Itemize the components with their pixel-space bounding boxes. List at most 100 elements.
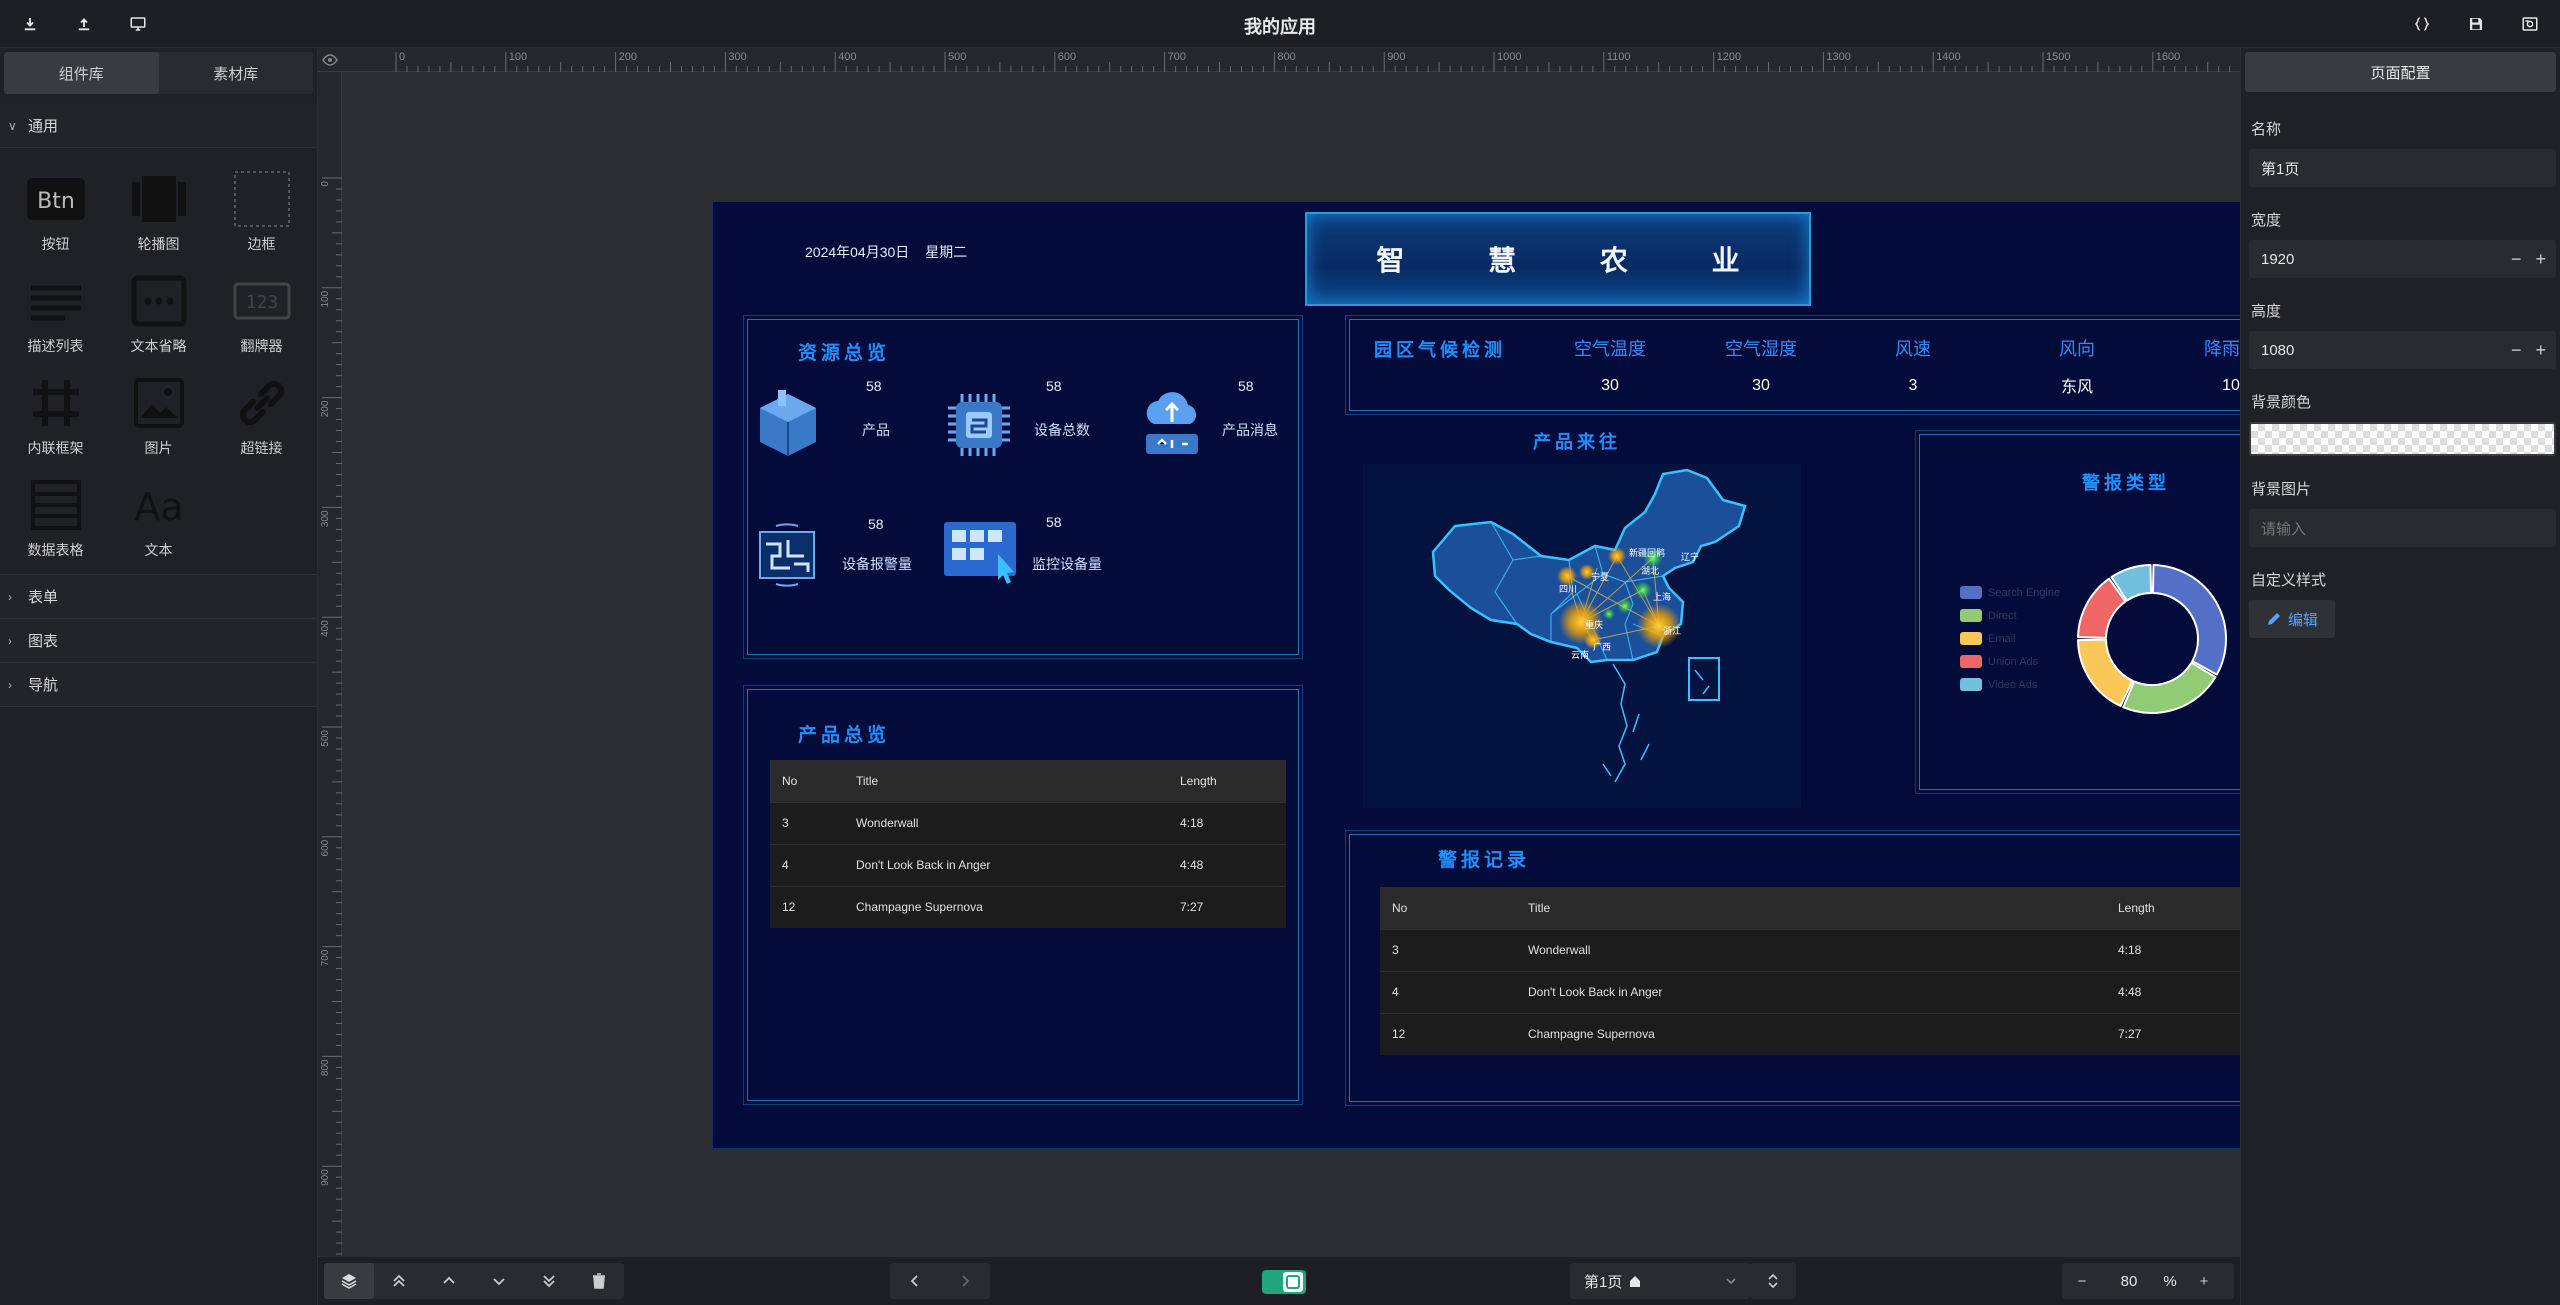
- component-label: 描述列表: [27, 338, 84, 354]
- ruler-label: 800: [1277, 51, 1295, 63]
- table-row[interactable]: 4 Don't Look Back in Anger 4:48: [1380, 970, 2328, 1013]
- edit-label: 编辑: [2287, 611, 2318, 629]
- weather-value: 30: [1752, 377, 1770, 394]
- stat-products: 58 产品: [754, 378, 924, 458]
- export-image-icon[interactable]: [2518, 12, 2542, 36]
- ruler-left[interactable]: 0 100 200 300 400 500 600 700 800 900: [318, 72, 342, 1256]
- name-input[interactable]: 第1页: [2249, 149, 2556, 187]
- ruler-label: 900: [1387, 51, 1405, 63]
- bg-color-picker[interactable]: [2249, 422, 2556, 456]
- products-panel[interactable]: 产品总览 No Title Length 3 Wonderwall 4:18 4 Do…: [743, 685, 1303, 1105]
- sort-pages-button[interactable]: [1750, 1263, 1796, 1299]
- width-input[interactable]: 1920 − +: [2249, 240, 2556, 278]
- next-page-icon[interactable]: [940, 1263, 990, 1299]
- zoom-control: − 80 % +: [2062, 1263, 2234, 1299]
- stat-label: 监控设备量: [1032, 556, 1102, 572]
- component-border[interactable]: 边框: [210, 166, 313, 254]
- stat-label: 产品: [862, 422, 890, 438]
- weather-title: 园区气候检测: [1374, 340, 1506, 360]
- table-row[interactable]: 12 Champagne Supernova 7:27: [1380, 1012, 2328, 1055]
- component-label: 数据表格: [27, 542, 84, 558]
- height-input[interactable]: 1080 − +: [2249, 331, 2556, 369]
- editor-canvas[interactable]: 0 100 200 300 400 500 600 700 800 900 1000 1100 1200…: [318, 48, 2400, 1256]
- page-config-header[interactable]: 页面配置: [2245, 52, 2556, 92]
- table-row[interactable]: 3 Wonderwall 4:18: [1380, 928, 2328, 971]
- legend-item[interactable]: Search Engine: [1960, 581, 2060, 604]
- ruler-top[interactable]: 0 100 200 300 400 500 600 700 800 900 1000 1100 1200…: [318, 48, 2240, 72]
- zoom-out-icon[interactable]: −: [2062, 1263, 2102, 1299]
- zoom-in-icon[interactable]: +: [2184, 1263, 2224, 1299]
- resources-panel[interactable]: 资源总览 58 产品 58 设备总数 58 产品消息 58 设备报警量 58 监…: [743, 315, 1303, 659]
- group-chart[interactable]: › 图表: [0, 619, 317, 663]
- group-nav[interactable]: › 导航: [0, 663, 317, 707]
- table-row[interactable]: 4 Don't Look Back in Anger 4:48: [770, 843, 1286, 886]
- legend-item[interactable]: Union Ads: [1960, 650, 2060, 673]
- plus-icon[interactable]: +: [2535, 340, 2546, 361]
- cell: Wonderwall: [1516, 928, 2106, 971]
- move-down-icon[interactable]: [474, 1263, 524, 1299]
- donut-slice-email[interactable]: [2077, 638, 2134, 708]
- bg-color-label: 背景颜色: [2251, 394, 2312, 411]
- plus-icon[interactable]: +: [2535, 249, 2546, 270]
- table-row[interactable]: 12 Champagne Supernova 7:27: [770, 885, 1286, 928]
- zoom-value[interactable]: 80: [2102, 1273, 2156, 1290]
- legend-item[interactable]: Email: [1960, 627, 2060, 650]
- weather-panel[interactable]: 园区气候检测 空气温度 30 空气湿度 30 风速 3 风向 东风 降雨量 10: [1345, 315, 2357, 415]
- dashboard-screen[interactable]: 2024年04月30日 星期二 智 慧 农 业 资源总览 58 产品 58 设备…: [712, 201, 2400, 1149]
- donut-slice-search-engine[interactable]: [2151, 564, 2227, 676]
- component-flipper[interactable]: 123 翻牌器: [210, 268, 313, 356]
- tab-materials[interactable]: 素材库: [159, 52, 314, 94]
- grid-toggle-switch[interactable]: [1262, 1270, 1306, 1294]
- legend-swatch: [1960, 586, 1982, 599]
- bg-image-label: 背景图片: [2251, 481, 2312, 498]
- component-text-ellipsis[interactable]: 文本省略: [107, 268, 210, 356]
- component-data-table[interactable]: 数据表格: [4, 472, 107, 560]
- prev-page-icon[interactable]: [890, 1263, 940, 1299]
- code-braces-icon[interactable]: [2410, 12, 2434, 36]
- donut-slice-direct[interactable]: [2122, 661, 2217, 714]
- pencil-icon: [2267, 613, 2280, 625]
- minus-icon[interactable]: −: [2511, 249, 2522, 270]
- carousel-icon: [126, 166, 192, 232]
- legend-item[interactable]: Direct: [1960, 604, 2060, 627]
- component-carousel[interactable]: 轮播图: [107, 166, 210, 254]
- chevron-right-icon: ›: [8, 633, 12, 648]
- component-hyperlink[interactable]: 超链接: [210, 370, 313, 458]
- group-form[interactable]: › 表单: [0, 575, 317, 619]
- weather-wind-direction: 风向 东风: [2002, 335, 2152, 397]
- send-to-back-icon[interactable]: [524, 1263, 574, 1299]
- component-text[interactable]: Aa 文本: [107, 472, 210, 560]
- alarm-type-donut-chart[interactable]: [2072, 559, 2232, 719]
- component-description-list[interactable]: 描述列表: [4, 268, 107, 356]
- image-icon: [126, 370, 192, 436]
- minus-icon[interactable]: −: [2511, 340, 2522, 361]
- bg-image-input[interactable]: 请输入: [2249, 509, 2556, 547]
- eye-icon[interactable]: [322, 52, 338, 68]
- flipper-counter-icon: 123: [229, 268, 295, 334]
- svg-text:Btn: Btn: [37, 189, 75, 214]
- table-row[interactable]: 3 Wonderwall 4:18: [770, 801, 1286, 844]
- delete-icon[interactable]: [574, 1263, 624, 1299]
- component-label: 内联框架: [27, 440, 84, 456]
- tab-components[interactable]: 组件库: [4, 52, 159, 94]
- group-general[interactable]: ∨ 通用: [0, 104, 317, 148]
- component-grid: Btn 按钮 轮播图 边框 描述列表 文本省略 123 翻牌器 内联框架 图片 …: [0, 148, 317, 575]
- move-up-icon[interactable]: [424, 1263, 474, 1299]
- ruler-label: 0: [399, 51, 405, 63]
- china-map[interactable]: 新疆回鹘 辽宁 湖北 上海 浙江 宁夏 重庆 四川 广西 云南: [1363, 464, 1801, 808]
- alarm-records-panel[interactable]: 警报记录 No Title Length 3 Wonderwall 4:18 4 Do…: [1345, 830, 2369, 1106]
- map-city-label: 辽宁: [1681, 552, 1700, 562]
- edit-style-button[interactable]: 编辑: [2249, 600, 2335, 638]
- component-iframe[interactable]: 内联框架: [4, 370, 107, 458]
- save-icon[interactable]: [2464, 12, 2488, 36]
- component-image[interactable]: 图片: [107, 370, 210, 458]
- alarm-records-title: 警报记录: [1438, 850, 1531, 871]
- component-button[interactable]: Btn 按钮: [4, 166, 107, 254]
- layers-icon[interactable]: [324, 1263, 374, 1299]
- description-list-icon: [23, 268, 89, 334]
- bring-to-front-icon[interactable]: [374, 1263, 424, 1299]
- map-city-label: 重庆: [1585, 620, 1604, 630]
- stat-value: 58: [1238, 378, 1254, 394]
- legend-item[interactable]: Video Ads: [1960, 673, 2060, 696]
- page-select[interactable]: 第1页: [1570, 1263, 1750, 1299]
